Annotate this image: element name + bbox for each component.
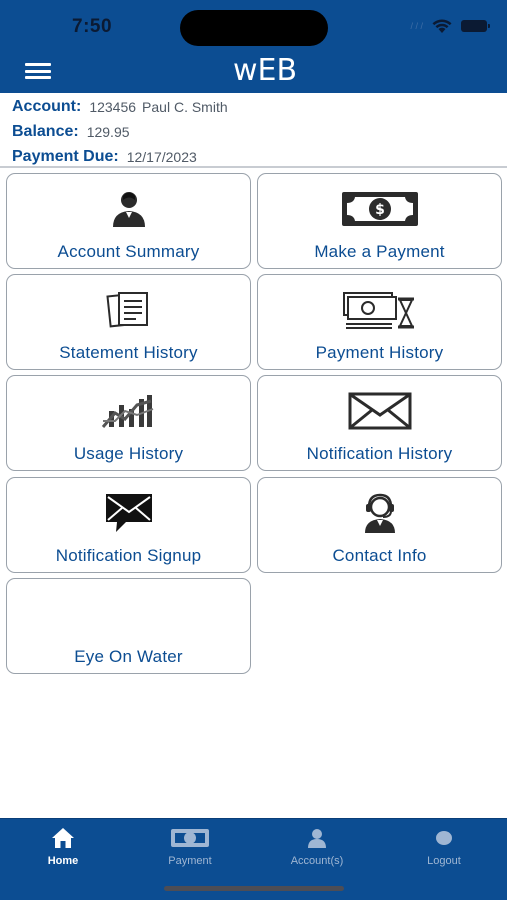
support-agent-icon xyxy=(364,493,395,533)
tile-label: Payment History xyxy=(315,343,444,362)
tile-label: Contact Info xyxy=(332,546,427,565)
tile-make-a-payment[interactable]: $ Make a Payment xyxy=(257,173,502,269)
tile-eye-on-water[interactable]: Eye On Water xyxy=(6,578,251,674)
balance-value: 129.95 xyxy=(86,123,130,140)
tab-accounts[interactable]: Account(s) xyxy=(267,825,367,867)
carrier-text: / / / xyxy=(410,21,423,31)
tile-label: Eye On Water xyxy=(74,647,183,666)
payment-due-value: 12/17/2023 xyxy=(126,148,197,165)
account-info: Account: 123456 Paul C. Smith Balance: 1… xyxy=(12,94,502,169)
status-icons: / / / xyxy=(410,15,490,37)
payment-due-label: Payment Due: xyxy=(12,147,119,165)
money-icon xyxy=(171,829,209,847)
tab-label: Account(s) xyxy=(290,855,344,867)
tab-label: Payment xyxy=(168,855,212,867)
envelope-icon xyxy=(348,392,411,430)
account-name: Paul C. Smith xyxy=(142,98,228,115)
account-label: Account: xyxy=(12,97,82,115)
user-icon xyxy=(308,829,326,848)
tile-label: Notification History xyxy=(306,444,453,463)
tile-notification-signup[interactable]: Notification Signup xyxy=(6,477,251,573)
money-hourglass-icon xyxy=(342,292,414,329)
tile-notification-history[interactable]: Notification History xyxy=(257,375,502,471)
tab-label: Home xyxy=(47,855,79,867)
tab-payment[interactable]: Payment xyxy=(140,825,240,867)
tile-label: Make a Payment xyxy=(314,242,445,261)
person-icon xyxy=(112,192,145,227)
hamburger-menu-button[interactable] xyxy=(25,63,51,79)
divider xyxy=(0,166,507,168)
svg-text:$: $ xyxy=(375,202,385,218)
documents-icon xyxy=(105,292,148,328)
tile-account-summary[interactable]: Account Summary xyxy=(6,173,251,269)
message-envelope-icon xyxy=(105,494,152,532)
tile-contact-info[interactable]: Contact Info xyxy=(257,477,502,573)
tile-label: Account Summary xyxy=(57,242,200,261)
account-number: 123456 xyxy=(89,98,137,115)
tile-label: Statement History xyxy=(59,343,198,362)
home-indicator xyxy=(164,886,344,891)
tab-logout[interactable]: Logout xyxy=(394,825,494,867)
tab-home[interactable]: Home xyxy=(13,825,113,867)
battery-icon xyxy=(461,20,490,32)
app-logo: wEB xyxy=(233,53,298,88)
tile-label: Notification Signup xyxy=(55,546,202,565)
status-time: 7:50 xyxy=(72,16,113,37)
tab-label: Logout xyxy=(427,855,461,867)
usage-chart-icon xyxy=(101,395,153,428)
wifi-icon xyxy=(432,19,452,33)
dollar-bill-icon: $ xyxy=(341,192,418,226)
tile-usage-history[interactable]: Usage History xyxy=(6,375,251,471)
tile-payment-history[interactable]: Payment History xyxy=(257,274,502,370)
balance-label: Balance: xyxy=(12,122,79,140)
tile-statement-history[interactable]: Statement History xyxy=(6,274,251,370)
tile-label: Usage History xyxy=(73,444,184,463)
dynamic-island xyxy=(180,10,328,46)
account-row: Account: 123456 Paul C. Smith xyxy=(12,94,502,119)
balance-row: Balance: 129.95 xyxy=(12,119,502,144)
home-icon xyxy=(52,828,74,848)
circle-icon xyxy=(436,831,452,845)
app-header: 7:50 / / / wEB xyxy=(0,0,507,93)
